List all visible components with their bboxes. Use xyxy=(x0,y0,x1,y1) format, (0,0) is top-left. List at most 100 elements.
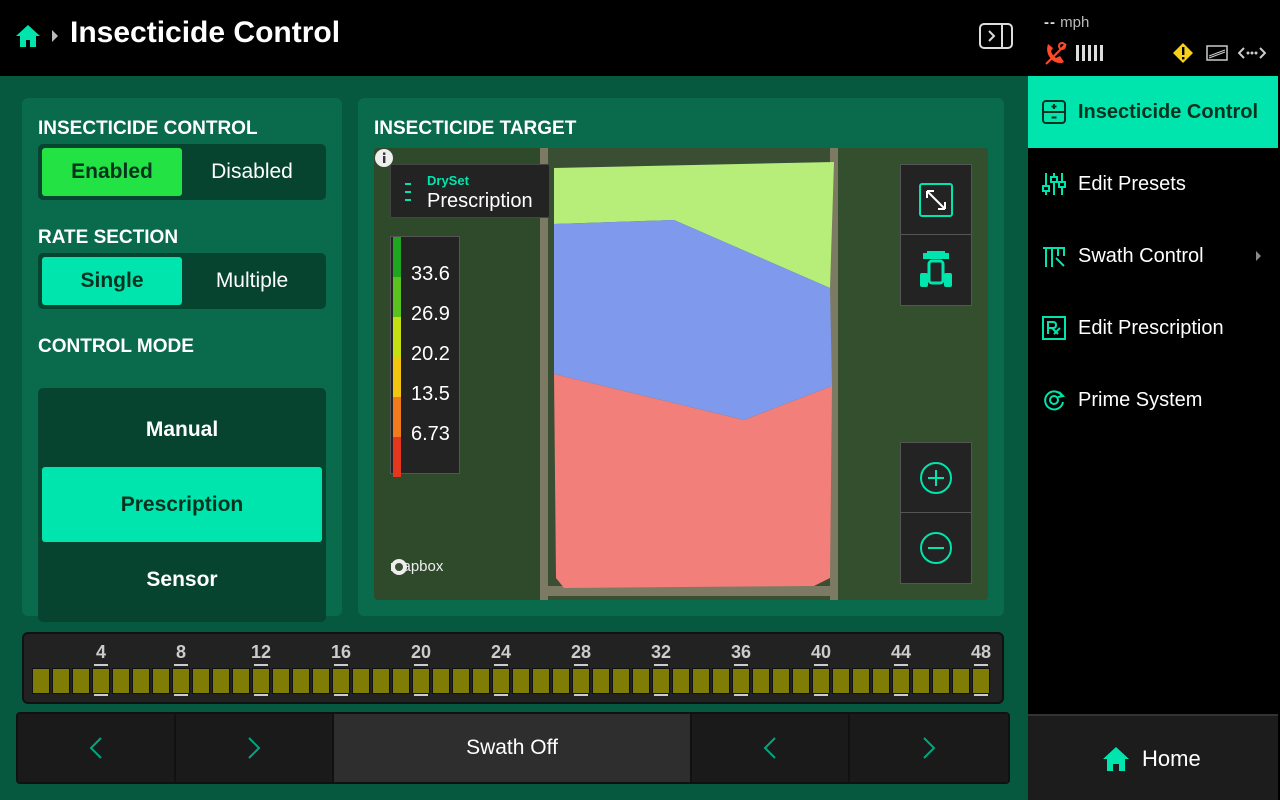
tractor-button[interactable] xyxy=(900,234,972,306)
sidebar: Insecticide Control Edit Presets Swath C… xyxy=(1028,76,1280,800)
swath-section-box[interactable] xyxy=(512,668,530,694)
swath-section-box[interactable] xyxy=(312,668,330,694)
swath-section-box[interactable] xyxy=(492,668,510,694)
swath-section-box[interactable] xyxy=(52,668,70,694)
section-number: 48 xyxy=(970,642,992,662)
swath-section-box[interactable] xyxy=(332,668,350,694)
bmp-icon[interactable] xyxy=(1206,44,1228,62)
edit-presets-icon xyxy=(1042,173,1066,195)
info-icon[interactable] xyxy=(374,148,394,168)
next-right-button[interactable] xyxy=(850,714,1008,782)
swath-section-box[interactable] xyxy=(952,668,970,694)
layer-selector[interactable]: DrySet Prescription xyxy=(390,164,550,218)
single-button[interactable]: Single xyxy=(42,257,182,305)
sidebar-item-edit-presets[interactable]: Edit Presets xyxy=(1028,148,1278,220)
swath-section-box[interactable] xyxy=(692,668,710,694)
rate-section-label: RATE SECTION xyxy=(38,227,179,248)
legend-swatch xyxy=(393,437,401,477)
section-tick xyxy=(814,694,828,696)
enabled-button[interactable]: Enabled xyxy=(42,148,182,196)
multiple-button[interactable]: Multiple xyxy=(182,257,322,305)
rate-legend: 33.6 26.9 20.2 13.5 6.73 xyxy=(390,236,460,477)
swath-section-box[interactable] xyxy=(812,668,830,694)
gps-icon[interactable] xyxy=(1042,40,1068,66)
swath-section-box[interactable] xyxy=(452,668,470,694)
swath-section-box[interactable] xyxy=(252,668,270,694)
zoom-out-button[interactable] xyxy=(900,512,972,584)
swath-section-box[interactable] xyxy=(232,668,250,694)
prescription-map[interactable]: DrySet Prescription 33.6 26.9 20.2 13.5 … xyxy=(374,148,988,600)
fullscreen-button[interactable] xyxy=(900,164,972,236)
speed-unit: mph xyxy=(1060,14,1090,31)
panel-toggle-icon[interactable] xyxy=(978,22,1014,50)
swath-section-box[interactable] xyxy=(712,668,730,694)
swath-section-box[interactable] xyxy=(472,668,490,694)
swath-section-box[interactable] xyxy=(872,668,890,694)
warning-icon[interactable] xyxy=(1172,42,1194,64)
section-tick xyxy=(254,664,268,666)
disabled-button[interactable]: Disabled xyxy=(182,148,322,196)
section-number: 44 xyxy=(890,642,912,662)
swath-section-box[interactable] xyxy=(212,668,230,694)
swath-section-box[interactable] xyxy=(552,668,570,694)
section-number: 32 xyxy=(650,642,672,662)
sidebar-item-swath-control[interactable]: Swath Control xyxy=(1028,220,1278,292)
zoom-in-button[interactable] xyxy=(900,442,972,514)
swath-section-box[interactable] xyxy=(392,668,410,694)
swath-section-box[interactable] xyxy=(172,668,190,694)
swath-section-box[interactable] xyxy=(892,668,910,694)
swath-section-box[interactable] xyxy=(92,668,110,694)
prev-right-button[interactable] xyxy=(692,714,850,782)
swath-section-box[interactable] xyxy=(32,668,50,694)
swath-section-box[interactable] xyxy=(272,668,290,694)
swath-section-box[interactable] xyxy=(632,668,650,694)
swath-section-box[interactable] xyxy=(592,668,610,694)
section-tick xyxy=(654,664,668,666)
swath-section-box[interactable] xyxy=(532,668,550,694)
swath-section-box[interactable] xyxy=(572,668,590,694)
home-icon[interactable] xyxy=(14,22,42,50)
sidebar-item-edit-prescription[interactable]: Edit Prescription xyxy=(1028,292,1278,364)
swath-section-box[interactable] xyxy=(672,668,690,694)
swath-section-box[interactable] xyxy=(652,668,670,694)
swath-section-box[interactable] xyxy=(612,668,630,694)
swath-section-box[interactable] xyxy=(772,668,790,694)
home-button[interactable]: Home xyxy=(1028,714,1278,800)
link-icon[interactable] xyxy=(1238,44,1266,62)
legend-label: 6.73 xyxy=(411,423,450,445)
swath-section-box[interactable] xyxy=(972,668,990,694)
mode-manual-button[interactable]: Manual xyxy=(42,392,322,467)
tractor-icon xyxy=(920,251,952,287)
mode-prescription-button[interactable]: Prescription xyxy=(42,467,322,542)
swath-section-box[interactable] xyxy=(852,668,870,694)
control-card: INSECTICIDE CONTROL Enabled Disabled RAT… xyxy=(22,98,342,622)
swath-section-box[interactable] xyxy=(832,668,850,694)
swath-control-icon xyxy=(1043,247,1065,267)
swath-section-box[interactable] xyxy=(112,668,130,694)
swath-section-box[interactable] xyxy=(912,668,930,694)
app: Insecticide Control -- mph INSECTICIDE C… xyxy=(0,0,1280,800)
swath-section-box[interactable] xyxy=(292,668,310,694)
swath-section-box[interactable] xyxy=(932,668,950,694)
swath-section-box[interactable] xyxy=(352,668,370,694)
sidebar-item-insecticide-control[interactable]: Insecticide Control xyxy=(1028,76,1278,148)
mode-sensor-button[interactable]: Sensor xyxy=(42,542,322,617)
swath-section-box[interactable] xyxy=(152,668,170,694)
section-tick xyxy=(494,694,508,696)
swath-section-box[interactable] xyxy=(432,668,450,694)
swath-section-box[interactable] xyxy=(752,668,770,694)
swath-section-box[interactable] xyxy=(192,668,210,694)
swath-section-box[interactable] xyxy=(72,668,90,694)
section-tick xyxy=(574,664,588,666)
section-tick xyxy=(254,694,268,696)
sidebar-item-label: Edit Presets xyxy=(1078,172,1186,195)
swath-off-button[interactable]: Swath Off xyxy=(334,714,692,782)
swath-section-box[interactable] xyxy=(412,668,430,694)
sidebar-item-prime-system[interactable]: Prime System xyxy=(1028,364,1278,436)
next-left-button[interactable] xyxy=(176,714,334,782)
prev-left-button[interactable] xyxy=(18,714,176,782)
swath-section-box[interactable] xyxy=(732,668,750,694)
swath-section-box[interactable] xyxy=(372,668,390,694)
swath-section-box[interactable] xyxy=(132,668,150,694)
swath-section-box[interactable] xyxy=(792,668,810,694)
